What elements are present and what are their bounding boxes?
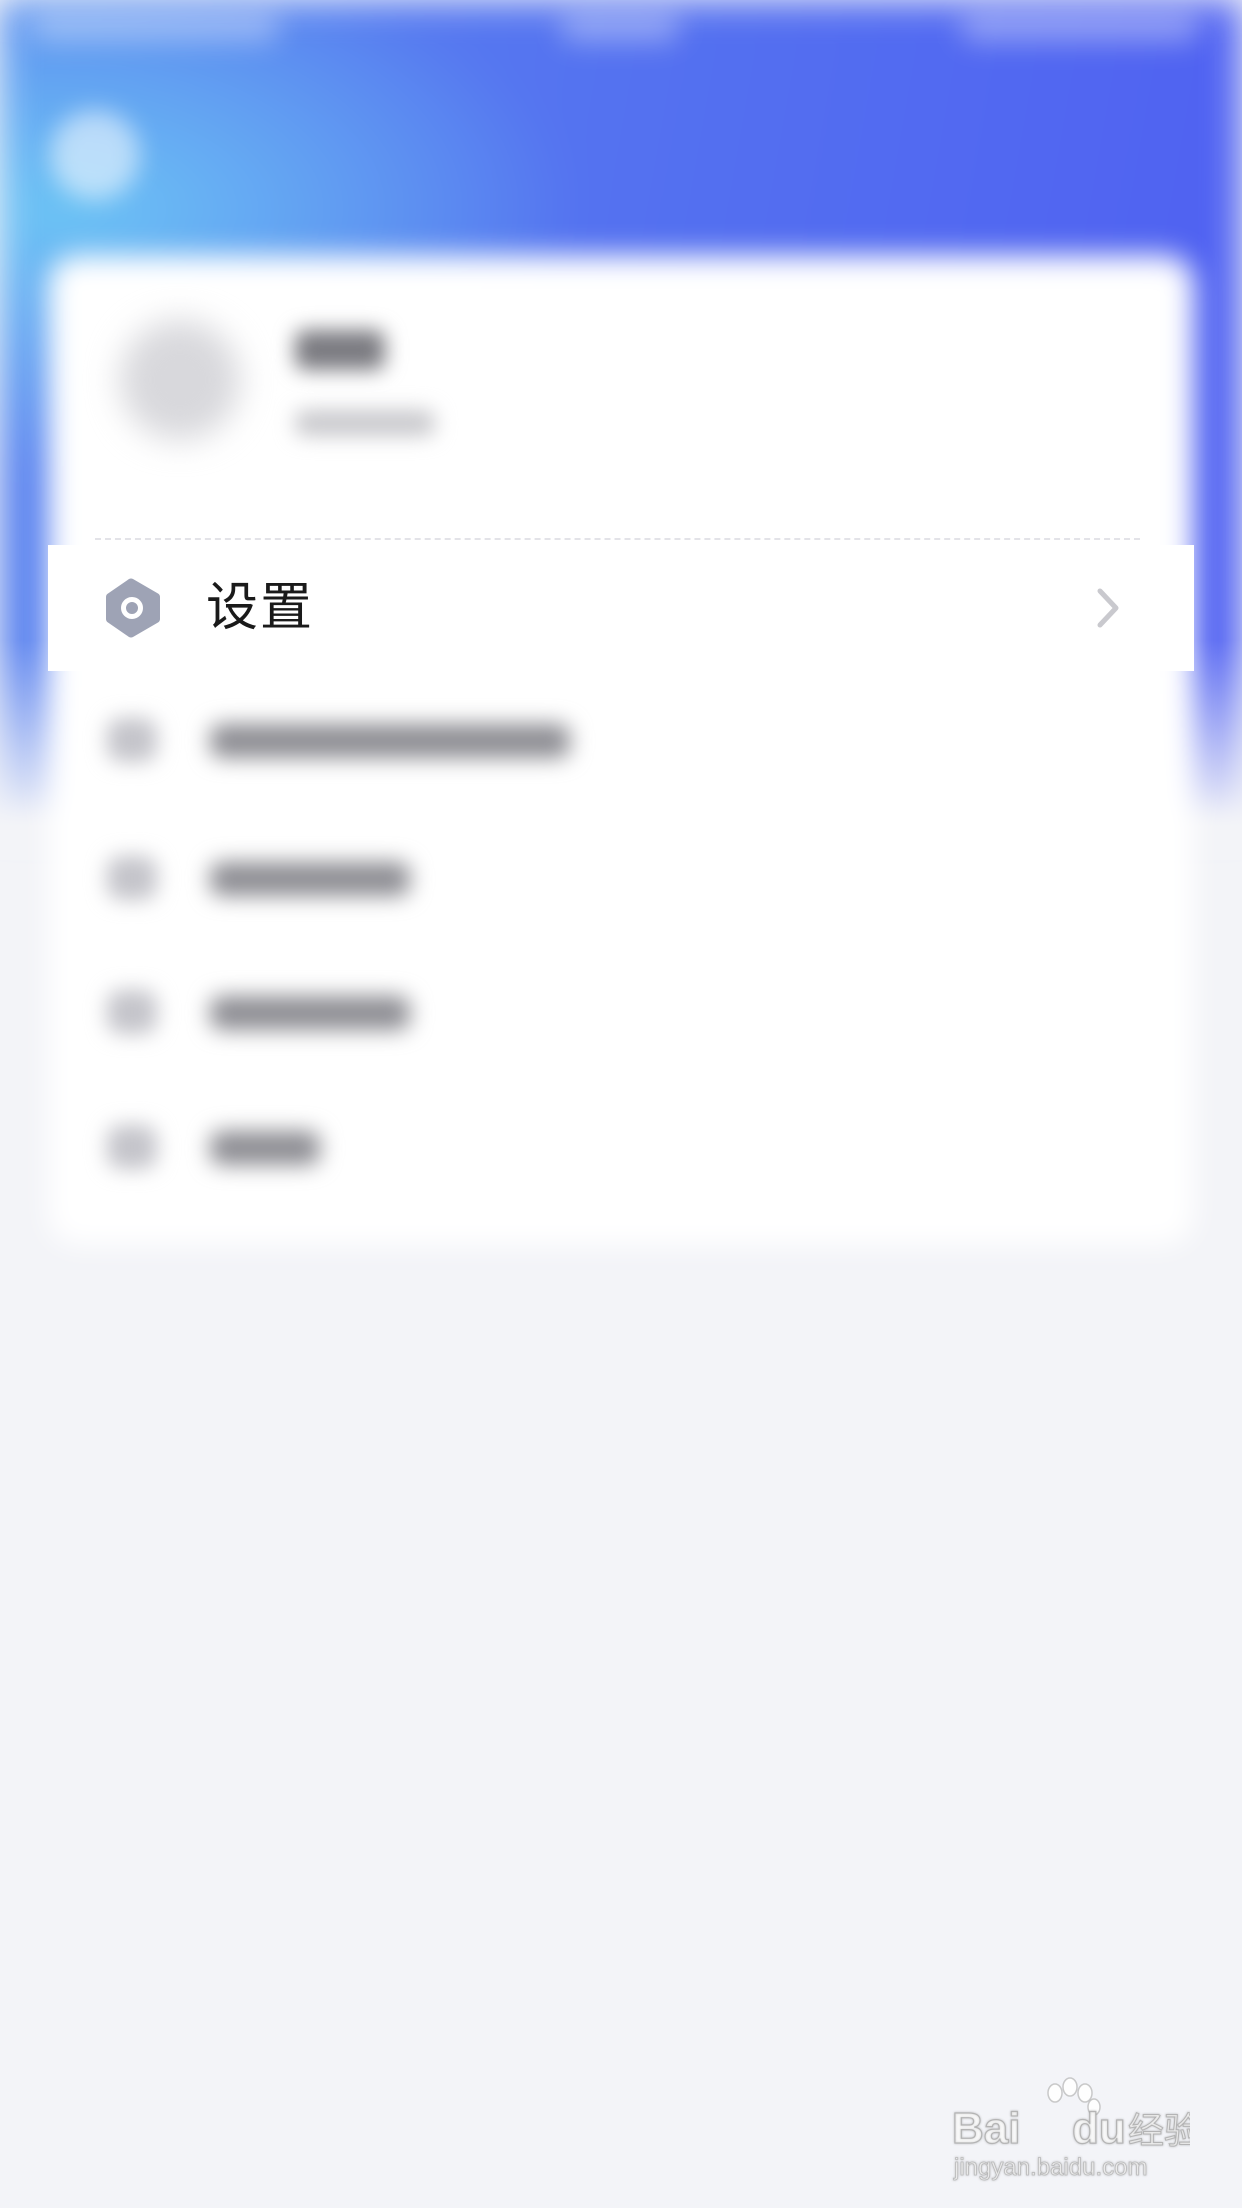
avatar[interactable] <box>120 320 240 440</box>
svg-text:jingyan.baidu.com: jingyan.baidu.com <box>953 2154 1147 2181</box>
svg-text:du: du <box>1072 2104 1126 2153</box>
settings-label: 设置 <box>206 578 315 638</box>
baidu-paw-logo-icon: Bai du 经验 jingyan.baidu.com <box>951 2077 1201 2181</box>
status-bar-time-blur <box>560 12 680 42</box>
menu-item-text-blur <box>210 1131 320 1165</box>
status-bar-left-blur <box>30 12 280 42</box>
menu-item-icon <box>107 856 157 900</box>
menu-item-icon <box>107 718 157 762</box>
svg-text:Bai: Bai <box>952 2104 1020 2153</box>
svg-text:经验: 经验 <box>1128 2111 1190 2152</box>
menu-item-text-blur <box>210 862 410 896</box>
chevron-right-icon <box>1097 588 1119 628</box>
baidu-jingyan-watermark: Bai du 经验 jingyan.baidu.com <box>950 2075 1201 2185</box>
menu-item-blurred-4[interactable] <box>95 1117 695 1177</box>
menu-item-blurred-2[interactable] <box>95 848 695 908</box>
menu-item-text-blur <box>210 724 570 758</box>
menu-item-icon <box>107 990 157 1034</box>
menu-item-text-blur <box>210 996 410 1030</box>
username-blur <box>295 330 385 370</box>
user-subtitle-blur <box>295 410 435 436</box>
divider <box>95 538 1140 540</box>
settings-row[interactable]: 设置 <box>48 545 1194 671</box>
status-bar-right-blur <box>960 12 1200 42</box>
menu-item-blurred-3[interactable] <box>95 982 695 1042</box>
settings-hexagon-icon <box>106 578 160 638</box>
back-button[interactable] <box>50 110 140 200</box>
status-bar <box>0 0 1242 60</box>
menu-item-blurred-1[interactable] <box>95 710 695 770</box>
menu-item-icon <box>107 1125 157 1169</box>
